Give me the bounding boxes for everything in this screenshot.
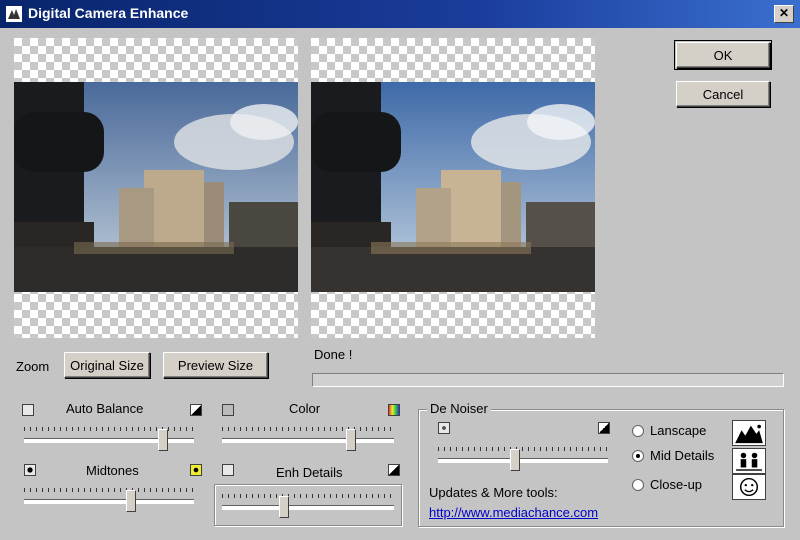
auto-balance-max-icon <box>190 404 202 416</box>
close-up-label[interactable]: Close-up <box>650 477 702 492</box>
title-bar: Digital Camera Enhance ✕ <box>0 0 800 28</box>
auto-balance-slider-thumb[interactable] <box>158 429 169 451</box>
landscape-radio[interactable] <box>632 425 644 437</box>
updates-label: Updates & More tools: <box>429 485 558 500</box>
auto-balance-slider[interactable] <box>24 425 194 451</box>
midtones-max-icon <box>190 464 202 476</box>
preview-size-button[interactable]: Preview Size <box>163 352 268 378</box>
cancel-button[interactable]: Cancel <box>676 81 770 107</box>
midtones-slider[interactable] <box>24 486 194 512</box>
color-max-icon <box>388 404 400 416</box>
enh-details-max-icon <box>388 464 400 476</box>
close-up-radio[interactable] <box>632 479 644 491</box>
enh-details-slider[interactable] <box>222 492 394 518</box>
auto-balance-label: Auto Balance <box>66 401 144 416</box>
window-title: Digital Camera Enhance <box>28 5 189 21</box>
close-button[interactable]: ✕ <box>774 5 794 23</box>
original-size-button[interactable]: Original Size <box>64 352 150 378</box>
enh-details-label: Enh Details <box>276 465 343 480</box>
enhanced-photo <box>311 82 595 292</box>
zoom-label: Zoom <box>16 359 50 374</box>
color-slider[interactable] <box>222 425 394 451</box>
denoiser-min-icon <box>438 422 450 434</box>
original-photo <box>14 82 298 292</box>
app-icon <box>6 6 22 22</box>
mid-details-radio[interactable] <box>632 450 644 462</box>
denoiser-max-icon <box>598 422 610 434</box>
ok-button[interactable]: OK <box>674 40 772 70</box>
color-label: Color <box>289 401 321 416</box>
midtones-slider-thumb[interactable] <box>126 490 137 512</box>
mid-details-label[interactable]: Mid Details <box>650 448 714 463</box>
landscape-label[interactable]: Lanscape <box>650 423 706 438</box>
color-min-icon <box>222 404 234 416</box>
face-icon <box>732 474 766 500</box>
auto-balance-min-icon <box>22 404 34 416</box>
color-slider-thumb[interactable] <box>346 429 356 451</box>
midtones-label: Midtones <box>86 463 139 478</box>
landscape-icon <box>732 420 766 446</box>
close-icon: ✕ <box>778 6 790 20</box>
denoiser-slider-thumb[interactable] <box>509 449 520 471</box>
people-icon <box>732 448 766 474</box>
enh-details-min-icon <box>222 464 234 476</box>
midtones-min-icon <box>24 464 36 476</box>
denoiser-slider[interactable] <box>438 445 608 471</box>
progress-bar <box>312 373 784 387</box>
denoiser-title: De Noiser <box>427 401 491 416</box>
mediachance-link[interactable]: http://www.mediachance.com <box>429 505 598 520</box>
status-text: Done ! <box>314 347 353 362</box>
enh-details-slider-thumb[interactable] <box>278 496 289 518</box>
